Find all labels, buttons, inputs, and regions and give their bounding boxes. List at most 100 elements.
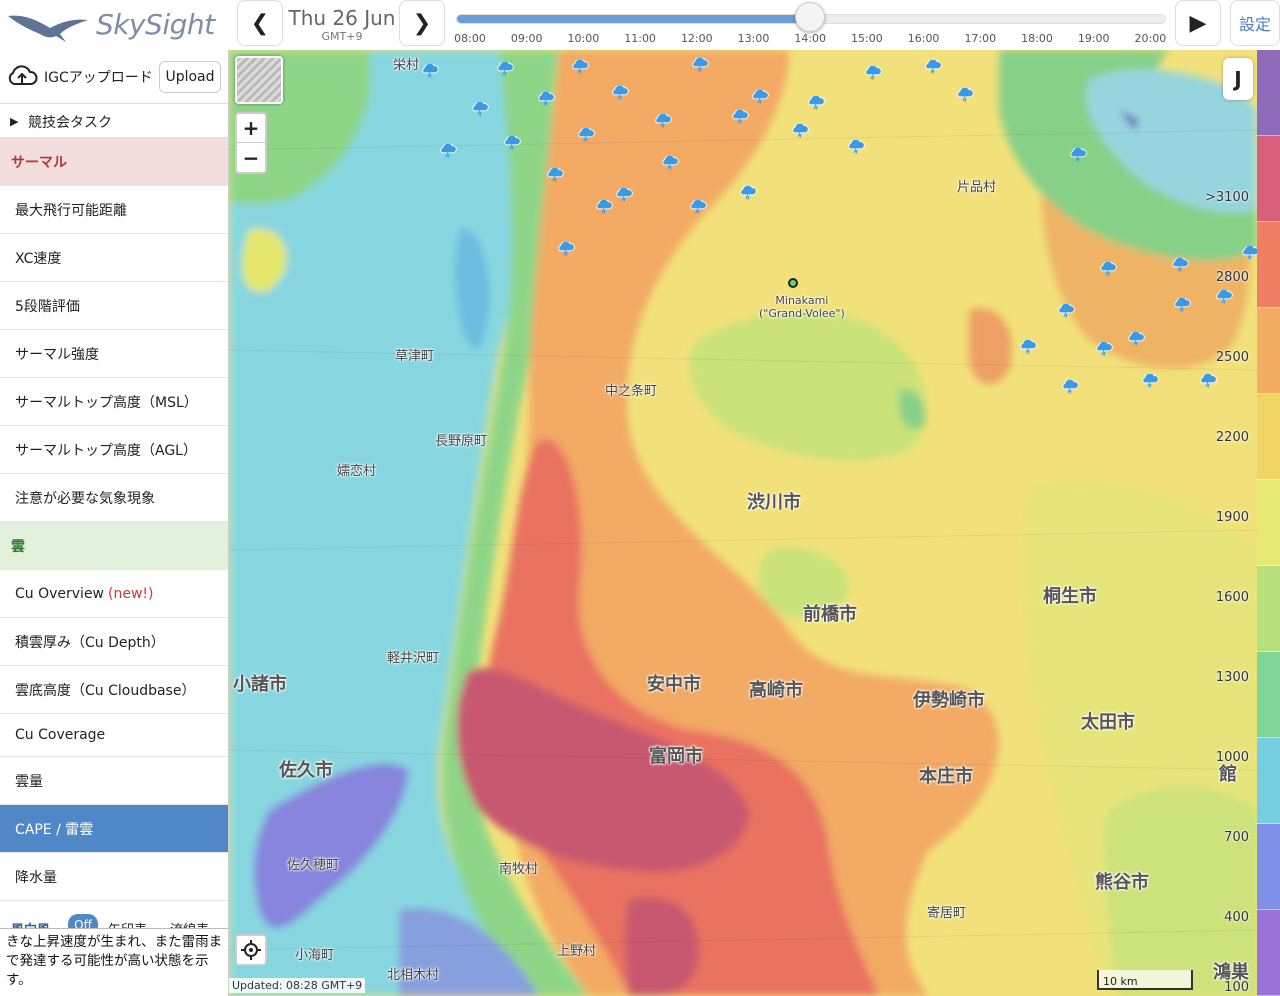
thunderstorm-icon [1242, 246, 1257, 260]
legend-value: 1900 [1215, 510, 1249, 525]
thunderstorm-icon [808, 96, 825, 110]
thunderstorm-icon [1062, 380, 1079, 394]
thunderstorm-icon [578, 128, 595, 142]
play-icon: ▶ [1189, 10, 1207, 36]
sidebar-item[interactable]: 積雲厚み（Cu Depth） [0, 618, 228, 666]
updated-timestamp: Updated: 08:28 GMT+9 [229, 978, 366, 993]
place-label: 佐久市 [279, 760, 333, 781]
sidebar-item[interactable]: 最大飛行可能距離 [0, 186, 228, 234]
legend-value: 700 [1224, 830, 1249, 845]
zoom-out-button[interactable]: − [237, 143, 265, 172]
play-button[interactable]: ▶ [1175, 0, 1221, 46]
chevron-left-icon: ❮ [250, 10, 270, 36]
thunderstorm-icon [1020, 340, 1037, 354]
thunderstorm-icon [538, 92, 555, 106]
place-label: 中之条町 [605, 384, 658, 399]
time-tick[interactable]: 14:00 [790, 32, 830, 45]
place-label: 高崎市 [749, 680, 803, 701]
place-label: 嬬恋村 [337, 464, 377, 479]
sidebar-item[interactable]: XC速度 [0, 234, 228, 282]
legend-swatch [1257, 652, 1280, 738]
competition-task-label: 競技会タスク [28, 115, 112, 131]
chevron-right-icon: ❯ [412, 10, 432, 36]
time-tick[interactable]: 11:00 [620, 32, 660, 45]
time-tick[interactable]: 09:00 [507, 32, 547, 45]
j-button[interactable]: J [1223, 58, 1253, 100]
previous-day-button[interactable]: ❮ [237, 0, 283, 46]
site-marker-label: Minakami ("Grand-Volee") [759, 294, 845, 320]
skysight-logo[interactable]: SkySight [6, 4, 228, 46]
legend-value: 1000 [1215, 750, 1249, 765]
time-tick[interactable]: 15:00 [847, 32, 887, 45]
place-label: 安中市 [647, 674, 701, 695]
date-text: Thu 26 Jun [288, 6, 396, 30]
time-tick[interactable]: 18:00 [1017, 32, 1057, 45]
site-name: Minakami [775, 294, 829, 307]
legend-swatch [1257, 738, 1280, 824]
time-tick[interactable]: 08:00 [450, 32, 490, 45]
place-label: 栄村 [393, 58, 420, 73]
thermal-list: 最大飛行可能距離 XC速度 5段階評価 サーマル強度 サーマルトップ高度（MSL） サーマ… [0, 186, 228, 522]
competition-task-toggle[interactable]: ▶ 競技会タスク [0, 104, 228, 138]
sidebar: IGCアップロード Upload ▶ 競技会タスク サーマル 最大飛行可能距離 X… [0, 50, 229, 996]
legend-swatch [1257, 480, 1280, 566]
time-tick[interactable]: 16:00 [904, 32, 944, 45]
upload-button[interactable]: Upload [159, 61, 221, 93]
time-slider[interactable]: 08:00 09:00 10:00 11:00 12:00 13:00 14:00 15:00… [450, 2, 1170, 48]
time-tick[interactable]: 10:00 [563, 32, 603, 45]
sidebar-item[interactable]: Cu Overview (new!) [0, 570, 228, 618]
thunderstorm-icon [1216, 290, 1233, 304]
zoom-in-button[interactable]: + [237, 114, 265, 143]
sidebar-item[interactable]: サーマル強度 [0, 330, 228, 378]
thunderstorm-icon [732, 110, 749, 124]
triangle-right-icon: ▶ [10, 115, 19, 128]
thunderstorm-icon [616, 188, 633, 202]
sidebar-item[interactable]: 5段階評価 [0, 282, 228, 330]
slider-thumb[interactable] [795, 2, 826, 32]
thunderstorm-icon [752, 90, 769, 104]
next-day-button[interactable]: ❯ [399, 0, 445, 46]
top-bar: SkySight ❮ Thu 26 Jun GMT+9 ❯ 08:00 09:00… [0, 0, 1280, 50]
sidebar-item[interactable]: 雲量 [0, 757, 228, 805]
timezone-text: GMT+9 [321, 30, 363, 43]
time-tick[interactable]: 12:00 [677, 32, 717, 45]
place-label: 草津町 [395, 349, 435, 364]
igc-upload-label: IGCアップロード [44, 70, 153, 86]
scale-bar: 10 km [1097, 970, 1193, 990]
place-label: 渋川市 [747, 492, 801, 513]
time-tick[interactable]: 20:00 [1130, 32, 1170, 45]
thunderstorm-icon [572, 60, 589, 74]
thunderstorm-icon [655, 114, 672, 128]
sidebar-item-label: Cu Coverage [15, 727, 106, 743]
sidebar-item[interactable]: サーマルトップ高度（MSL） [0, 378, 228, 426]
place-label: 小海町 [295, 948, 335, 963]
locate-button[interactable] [235, 934, 267, 966]
site-marker[interactable] [788, 278, 798, 288]
basemap-switcher[interactable] [235, 56, 283, 104]
thunderstorm-icon [558, 242, 575, 256]
sidebar-item[interactable]: 注意が必要な気象現象 [0, 474, 228, 522]
sidebar-item[interactable]: Cu Coverage [0, 714, 228, 757]
time-tick[interactable]: 13:00 [734, 32, 774, 45]
time-tick[interactable]: 19:00 [1074, 32, 1114, 45]
sidebar-item-label: 雲底高度（Cu Cloudbase） [15, 682, 196, 699]
thunderstorm-icon [504, 136, 521, 150]
legend-swatch [1257, 222, 1280, 308]
place-label: 太田市 [1081, 712, 1135, 733]
sidebar-item-label: 雲量 [15, 773, 43, 790]
thunderstorm-icon [1058, 304, 1075, 318]
time-tick[interactable]: 17:00 [960, 32, 1000, 45]
place-label: 伊勢崎市 [913, 690, 985, 711]
settings-button[interactable]: 設定 [1230, 0, 1280, 46]
section-thermal[interactable]: サーマル [0, 138, 228, 186]
sidebar-item-label: 降水量 [15, 869, 57, 886]
sidebar-item-selected[interactable]: CAPE / 雷雲 [0, 805, 228, 853]
map-view[interactable]: 栄村 片品村 草津町 中之条町 長野原町 嬬恋村 渋川市 桐生市 前橋市 軽井沢町 小諸市 安中市 高崎… [229, 50, 1257, 996]
sidebar-item[interactable]: 雲底高度（Cu Cloudbase） [0, 666, 228, 714]
sidebar-item[interactable]: サーマルトップ高度（AGL） [0, 426, 228, 474]
section-cloud[interactable]: 雲 [0, 522, 228, 570]
legend-value: 2500 [1215, 350, 1249, 365]
thunderstorm-icon [472, 102, 489, 116]
sidebar-item-label: Cu Overview [15, 585, 105, 602]
sidebar-item[interactable]: 降水量 [0, 853, 228, 901]
